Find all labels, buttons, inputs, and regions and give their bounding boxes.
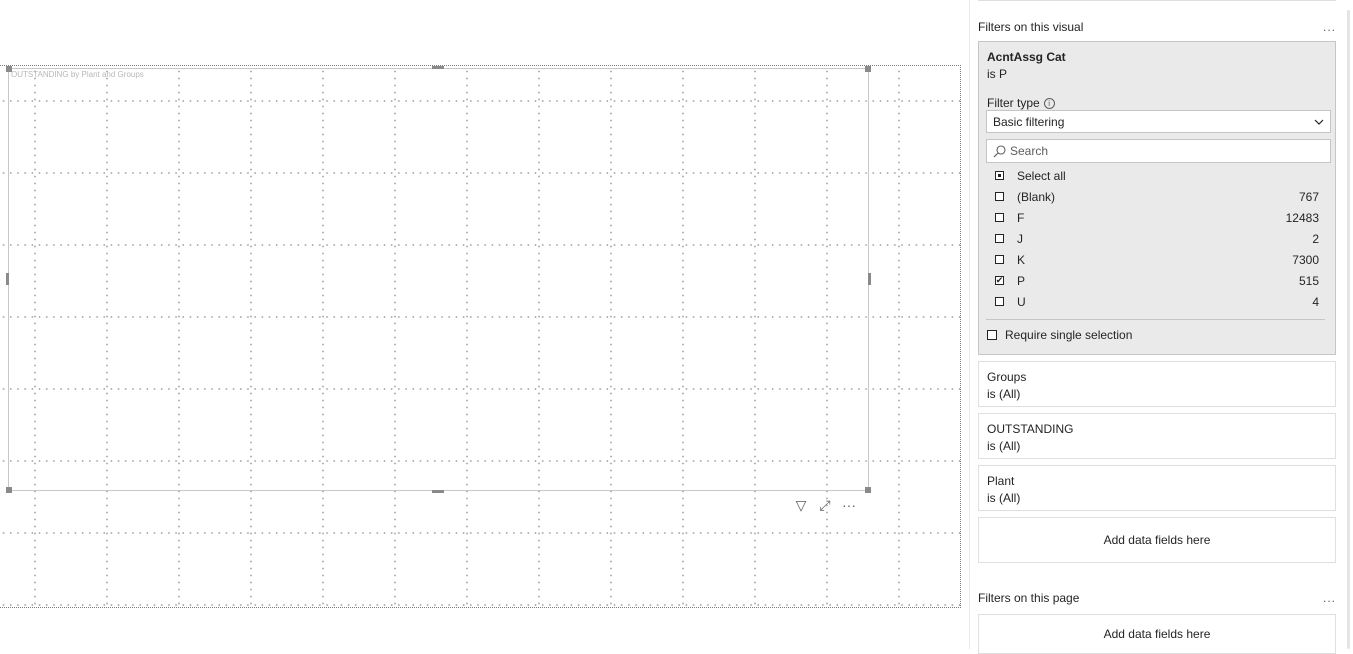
filter-options-list: Select all (Blank) 767 F 12483 J 2 K 730… [979,165,1335,312]
filter-option-j[interactable]: J 2 [979,228,1335,249]
option-label: U [1017,294,1026,309]
filters-on-visual-title: Filters on this visual [978,20,1084,34]
filter-card-name: Groups [987,370,1027,384]
add-data-fields-visual[interactable]: Add data fields here [978,517,1336,563]
option-count: 767 [1298,189,1319,204]
more-options-icon[interactable]: ... [1323,20,1336,34]
more-options-icon[interactable]: ··· [840,496,858,514]
checkbox[interactable] [995,297,1004,306]
filter-option-k[interactable]: K 7300 [979,249,1335,270]
filter-card-name: Plant [987,474,1015,488]
filters-pane: Filters on this visual ... AcntAssg Cat … [969,0,1350,654]
info-icon[interactable]: i [1043,97,1055,109]
filter-search-input[interactable]: Search [986,139,1331,163]
option-label: Select all [1017,168,1066,183]
checkbox[interactable] [995,255,1004,264]
filter-option-u[interactable]: U 4 [979,291,1335,312]
option-count: 7300 [1292,252,1319,267]
filter-option-p[interactable]: P 515 [979,270,1335,291]
filter-card-value: is (All) [987,491,1021,505]
divider [986,319,1325,320]
filter-option-f[interactable]: F 12483 [979,207,1335,228]
filter-type-label: Filter type [987,96,1040,110]
option-label: J [1017,231,1023,246]
option-count: 515 [1298,273,1319,288]
filter-card-value: is (All) [987,387,1021,401]
checkbox[interactable] [995,171,1004,180]
filter-card-name: OUTSTANDING [987,422,1074,436]
filter-option-select-all[interactable]: Select all [979,165,1335,186]
option-count: 2 [1312,231,1319,246]
filters-on-visual-header: Filters on this visual ... [978,20,1336,34]
filters-on-page-header: Filters on this page ... [978,591,1336,605]
require-single-selection-label: Require single selection [1005,328,1133,342]
filter-card-value: is P [987,67,1008,81]
focus-mode-icon[interactable]: ⤢ [816,496,834,514]
filter-icon[interactable]: ▽ [792,496,810,514]
resize-handle-bottom-left[interactable] [6,487,12,493]
search-icon [993,144,1006,157]
filter-card-outstanding[interactable]: OUTSTANDING is (All) [978,413,1336,459]
add-data-fields-page[interactable]: Add data fields here [978,614,1336,654]
search-placeholder: Search [1010,144,1049,158]
visual-container[interactable]: OUTSTANDING by Plant and Groups [8,68,869,491]
visual-title: OUTSTANDING by Plant and Groups [11,70,144,79]
filter-type-value: Basic filtering [993,114,1065,129]
resize-handle-bottom[interactable] [432,490,444,493]
filter-type-label-row: Filter type i [987,96,1055,110]
filter-option-blank[interactable]: (Blank) 767 [979,186,1335,207]
option-label: F [1017,210,1025,225]
filters-pane-scrollbar[interactable] [1347,10,1350,649]
option-label: P [1017,273,1026,288]
checkbox[interactable] [987,330,997,340]
checkbox[interactable] [995,213,1004,222]
filter-card-acntassg-cat[interactable]: AcntAssg Cat is P Filter type i Basic fi… [978,41,1336,355]
option-label: K [1017,252,1026,267]
filter-type-dropdown[interactable]: Basic filtering [986,110,1331,133]
resize-handle-bottom-right[interactable] [865,487,871,493]
option-label: (Blank) [1017,189,1056,204]
require-single-selection-toggle[interactable]: Require single selection [987,328,1132,342]
resize-handle-top-left[interactable] [6,66,12,72]
filter-card-value: is (All) [987,439,1021,453]
filters-on-page-title: Filters on this page [978,591,1080,605]
filter-card-name: AcntAssg Cat [987,50,1066,64]
filter-card-plant[interactable]: Plant is (All) [978,465,1336,511]
visual-header-toolbar: ▽ ⤢ ··· [792,496,858,514]
option-count: 12483 [1285,210,1319,225]
resize-handle-left[interactable] [6,273,9,285]
checkbox[interactable] [995,234,1004,243]
option-count: 4 [1312,294,1319,309]
more-options-icon[interactable]: ... [1323,591,1336,605]
checkbox[interactable] [995,276,1004,285]
resize-handle-top[interactable] [432,66,444,69]
checkbox[interactable] [995,192,1004,201]
resize-handle-right[interactable] [868,273,871,285]
chevron-down-icon [1314,119,1324,125]
filter-card-groups[interactable]: Groups is (All) [978,361,1336,407]
resize-handle-top-right[interactable] [865,66,871,72]
